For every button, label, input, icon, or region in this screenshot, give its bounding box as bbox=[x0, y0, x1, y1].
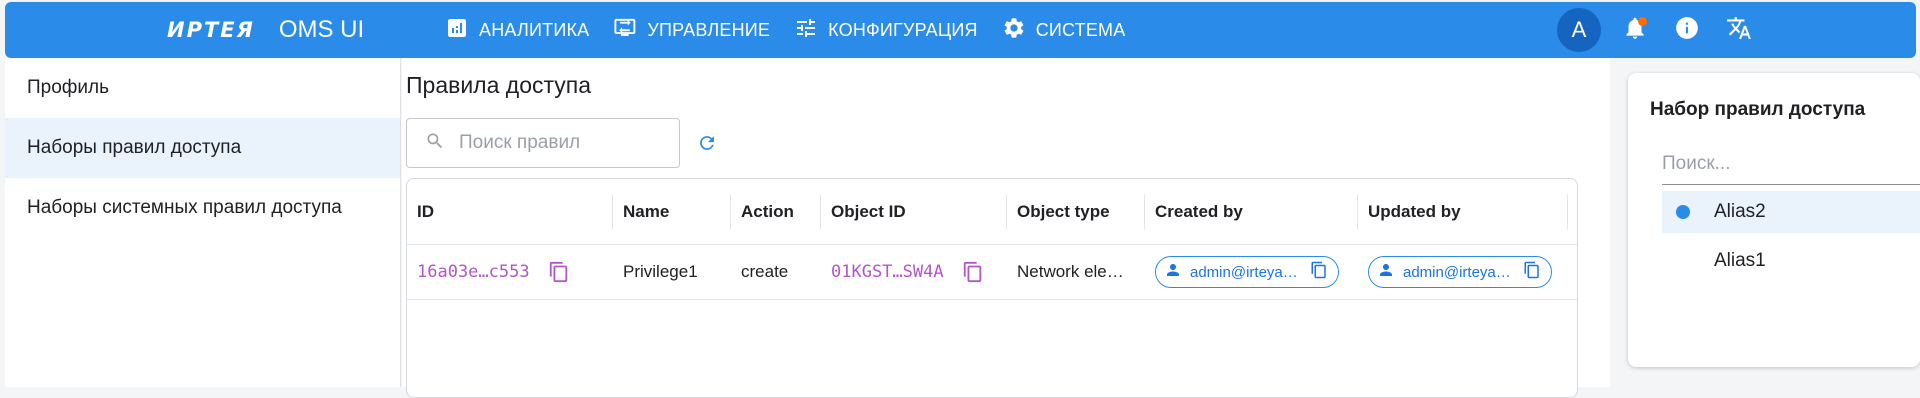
sidebar: Профиль Наборы правил доступа Наборы сис… bbox=[5, 58, 401, 387]
nav-configuration[interactable]: КОНФИГУРАЦИЯ bbox=[794, 16, 978, 45]
column-header-name[interactable]: Name bbox=[613, 179, 731, 244]
sidebar-item-access-rule-sets[interactable]: Наборы правил доступа bbox=[5, 118, 400, 178]
notification-badge bbox=[1638, 17, 1647, 26]
selected-indicator-icon bbox=[1676, 205, 1690, 219]
nav-configuration-label: КОНФИГУРАЦИЯ bbox=[828, 19, 978, 40]
info-icon bbox=[1674, 15, 1700, 46]
top-right-actions: A bbox=[1557, 2, 1757, 58]
search-icon bbox=[425, 131, 445, 156]
nav-management-label: УПРАВЛЕНИЕ bbox=[647, 19, 771, 40]
gear-icon bbox=[1002, 16, 1026, 45]
brand[interactable]: ИРТЕЯ OMS UI bbox=[167, 2, 364, 58]
object-id: 01KGST…SW4A bbox=[831, 262, 944, 282]
refresh-icon bbox=[694, 136, 720, 160]
brand-logo: ИРТЕЯ bbox=[167, 18, 255, 42]
copy-icon[interactable] bbox=[1523, 261, 1545, 283]
column-header-id[interactable]: ID bbox=[407, 179, 613, 244]
refresh-button[interactable] bbox=[694, 130, 720, 156]
main-content: Правила доступа ID Name Action Object ID… bbox=[402, 58, 1610, 398]
column-header-created-by[interactable]: Created by bbox=[1145, 179, 1358, 244]
translate-icon bbox=[1726, 15, 1752, 46]
user-chip[interactable]: admin@irteya… bbox=[1155, 256, 1339, 288]
updated-by-user: admin@irteya… bbox=[1403, 263, 1511, 281]
column-header-object-type[interactable]: Object type bbox=[1007, 179, 1145, 244]
top-app-bar: ИРТЕЯ OMS UI АНАЛИТИКА УПРАВЛЕНИЕ КОНФИГ… bbox=[5, 2, 1916, 58]
person-icon bbox=[1377, 261, 1395, 283]
avatar[interactable]: A bbox=[1557, 8, 1601, 52]
rules-table: ID Name Action Object ID Object type Cre… bbox=[406, 178, 1578, 398]
table-row[interactable]: 16a03e…c553 Privilege1 create 01KGST…SW4… bbox=[407, 245, 1577, 300]
cell-updated-by: admin@irteya… bbox=[1358, 245, 1568, 299]
page-title: Правила доступа bbox=[406, 72, 592, 98]
analytics-icon bbox=[445, 16, 469, 45]
sidebar-item-system-access-rule-sets[interactable]: Наборы системных правил доступа bbox=[5, 178, 400, 238]
rule-id: 16a03e…c553 bbox=[417, 262, 530, 282]
column-header-object-id[interactable]: Object ID bbox=[821, 179, 1007, 244]
sidebar-item-profile[interactable]: Профиль bbox=[5, 58, 400, 118]
tune-icon bbox=[794, 16, 818, 45]
rule-set-item-alias2[interactable]: Alias2 bbox=[1662, 191, 1920, 233]
copy-icon[interactable] bbox=[548, 261, 570, 283]
nav-analytics-label: АНАЛИТИКА bbox=[479, 19, 590, 40]
cell-created-by: admin@irteya… bbox=[1145, 245, 1358, 299]
rule-set-panel: Набор правил доступа Alias2 Alias1 bbox=[1628, 73, 1920, 367]
panel-search-field[interactable] bbox=[1662, 145, 1920, 185]
cell-action: create bbox=[741, 262, 789, 281]
management-icon bbox=[613, 16, 637, 45]
info-button[interactable] bbox=[1669, 12, 1705, 48]
panel-search-input[interactable] bbox=[1662, 145, 1920, 183]
panel-title: Набор правил доступа bbox=[1650, 99, 1866, 120]
column-header-action[interactable]: Action bbox=[731, 179, 821, 244]
nav-system[interactable]: СИСТЕМА bbox=[1002, 16, 1126, 45]
rule-set-label: Alias1 bbox=[1714, 250, 1766, 271]
created-by-user: admin@irteya… bbox=[1190, 263, 1298, 281]
search-input[interactable] bbox=[459, 132, 659, 154]
person-icon bbox=[1164, 261, 1182, 283]
cell-object-type: Network ele… bbox=[1017, 262, 1124, 281]
search-field[interactable] bbox=[406, 118, 680, 168]
table-header: ID Name Action Object ID Object type Cre… bbox=[407, 179, 1577, 245]
main-nav: АНАЛИТИКА УПРАВЛЕНИЕ КОНФИГУРАЦИЯ СИСТЕМ… bbox=[445, 2, 1125, 58]
rule-set-label: Alias2 bbox=[1714, 201, 1766, 222]
column-header-updated-by[interactable]: Updated by bbox=[1358, 179, 1568, 244]
nav-analytics[interactable]: АНАЛИТИКА bbox=[445, 16, 589, 45]
copy-icon[interactable] bbox=[1310, 261, 1332, 283]
user-chip[interactable]: admin@irteya… bbox=[1368, 256, 1552, 288]
nav-management[interactable]: УПРАВЛЕНИЕ bbox=[613, 16, 770, 45]
language-button[interactable] bbox=[1721, 12, 1757, 48]
cell-name: Privilege1 bbox=[623, 262, 698, 281]
cell-object-id: 01KGST…SW4A bbox=[821, 245, 1007, 299]
nav-system-label: СИСТЕМА bbox=[1035, 19, 1126, 40]
cell-id: 16a03e…c553 bbox=[407, 245, 613, 299]
copy-icon[interactable] bbox=[962, 261, 984, 283]
app-name: OMS UI bbox=[278, 16, 365, 43]
rule-set-item-alias1[interactable]: Alias1 bbox=[1662, 240, 1920, 282]
notifications-button[interactable] bbox=[1617, 12, 1653, 48]
